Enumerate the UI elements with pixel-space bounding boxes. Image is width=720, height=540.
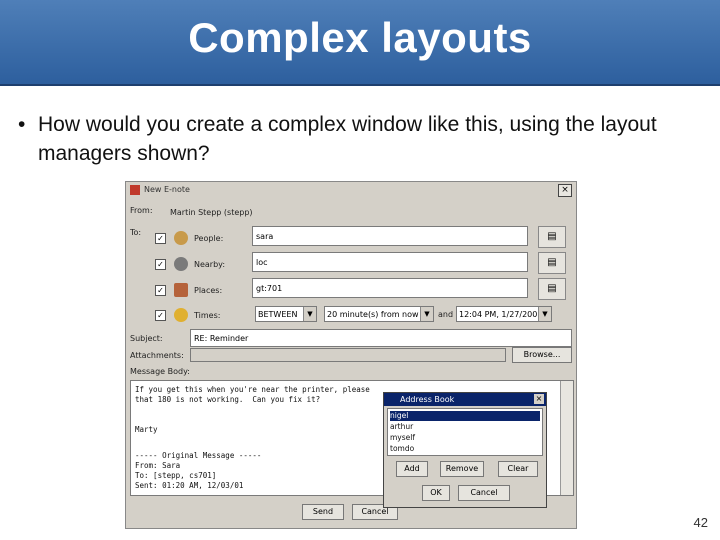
attachments-label: Attachments:	[130, 351, 184, 360]
times-mode-value: BETWEEN	[258, 310, 298, 319]
times-label: Times:	[194, 311, 221, 320]
list-item[interactable]: nigel	[390, 411, 540, 421]
message-label: Message Body:	[130, 367, 190, 376]
bullet-text: How would you create a complex window li…	[38, 113, 657, 165]
people-icon	[174, 231, 188, 245]
times-offset-select[interactable]: 20 minute(s) from now ▼	[324, 306, 434, 322]
to-label: To:	[130, 228, 142, 237]
nearby-checkbox[interactable]: ✓	[155, 259, 166, 270]
nearby-input[interactable]: loc	[252, 252, 528, 272]
people-checkbox[interactable]: ✓	[155, 233, 166, 244]
address-book-icon: ▤	[547, 283, 557, 294]
times-checkbox[interactable]: ✓	[155, 310, 166, 321]
address-book-titlebar[interactable]: Address Book ×	[384, 393, 546, 406]
send-button[interactable]: Send	[302, 504, 344, 520]
list-item[interactable]: myself	[390, 433, 540, 443]
window-title: New E-note	[144, 185, 190, 194]
address-book-list[interactable]: nigel arthur myself tomdo	[387, 408, 543, 456]
address-book-icon: ▤	[547, 231, 557, 242]
people-book-button[interactable]: ▤	[538, 226, 566, 248]
people-input[interactable]: sara	[252, 226, 528, 246]
slide-bullet: • How would you create a complex window …	[18, 110, 698, 168]
list-item[interactable]: tomdo	[390, 444, 540, 454]
people-label: People:	[194, 234, 224, 243]
message-line: ----- Original Message -----	[135, 451, 262, 460]
address-book-title: Address Book	[400, 395, 455, 404]
message-line: Marty	[135, 425, 158, 434]
address-book-dialog: Address Book × nigel arthur myself tomdo…	[383, 392, 547, 508]
message-line: If you get this when you're near the pri…	[135, 385, 370, 394]
address-book-icon: ▤	[547, 257, 557, 268]
times-and-label: and	[438, 310, 454, 319]
places-checkbox[interactable]: ✓	[155, 285, 166, 296]
clear-button[interactable]: Clear	[498, 461, 538, 477]
nearby-label: Nearby:	[194, 260, 226, 269]
times-mode-select[interactable]: BETWEEN ▼	[255, 306, 317, 322]
window-close-button[interactable]: ×	[558, 184, 572, 197]
ok-button[interactable]: OK	[422, 485, 450, 501]
times-end-value: 12:04 PM, 1/27/2001	[459, 310, 543, 319]
page-number: 42	[693, 515, 708, 530]
places-book-button[interactable]: ▤	[538, 278, 566, 300]
subject-input[interactable]: RE: Reminder	[190, 329, 572, 347]
message-line: To: [stepp, cs701]	[135, 471, 217, 480]
message-line: that 180 is not working. Can you fix it?	[135, 395, 321, 404]
chevron-down-icon: ▼	[538, 307, 551, 321]
dialog-close-button[interactable]: ×	[534, 394, 544, 404]
slide-title-bar: Complex layouts	[0, 0, 720, 86]
list-item[interactable]: arthur	[390, 422, 540, 432]
message-line: From: Sara	[135, 461, 181, 470]
places-input[interactable]: gt:701	[252, 278, 528, 298]
clock-icon	[174, 308, 188, 322]
from-value: Martin Stepp (stepp)	[170, 208, 253, 217]
times-offset-value: 20 minute(s) from now	[327, 310, 419, 319]
add-button[interactable]: Add	[396, 461, 428, 477]
dialog-cancel-button[interactable]: Cancel	[458, 485, 510, 501]
chevron-down-icon: ▼	[420, 307, 433, 321]
subject-label: Subject:	[130, 334, 163, 343]
places-icon	[174, 283, 188, 297]
remove-button[interactable]: Remove	[440, 461, 484, 477]
window-titlebar[interactable]: New E-note ×	[126, 182, 576, 198]
times-end-select[interactable]: 12:04 PM, 1/27/2001 ▼	[456, 306, 552, 322]
message-scrollbar[interactable]	[560, 381, 573, 495]
attachments-field	[190, 348, 506, 362]
places-label: Places:	[194, 286, 223, 295]
browse-button[interactable]: Browse...	[512, 347, 572, 363]
enote-window: New E-note × From: Martin Stepp (stepp) …	[125, 181, 577, 529]
from-label: From:	[130, 206, 153, 215]
slide-title: Complex layouts	[188, 14, 532, 61]
chevron-down-icon: ▼	[303, 307, 316, 321]
bullet-dot-icon: •	[18, 113, 26, 136]
nearby-book-button[interactable]: ▤	[538, 252, 566, 274]
message-line: Sent: 01:20 AM, 12/03/01	[135, 481, 244, 490]
app-icon	[130, 185, 140, 195]
nearby-icon	[174, 257, 188, 271]
